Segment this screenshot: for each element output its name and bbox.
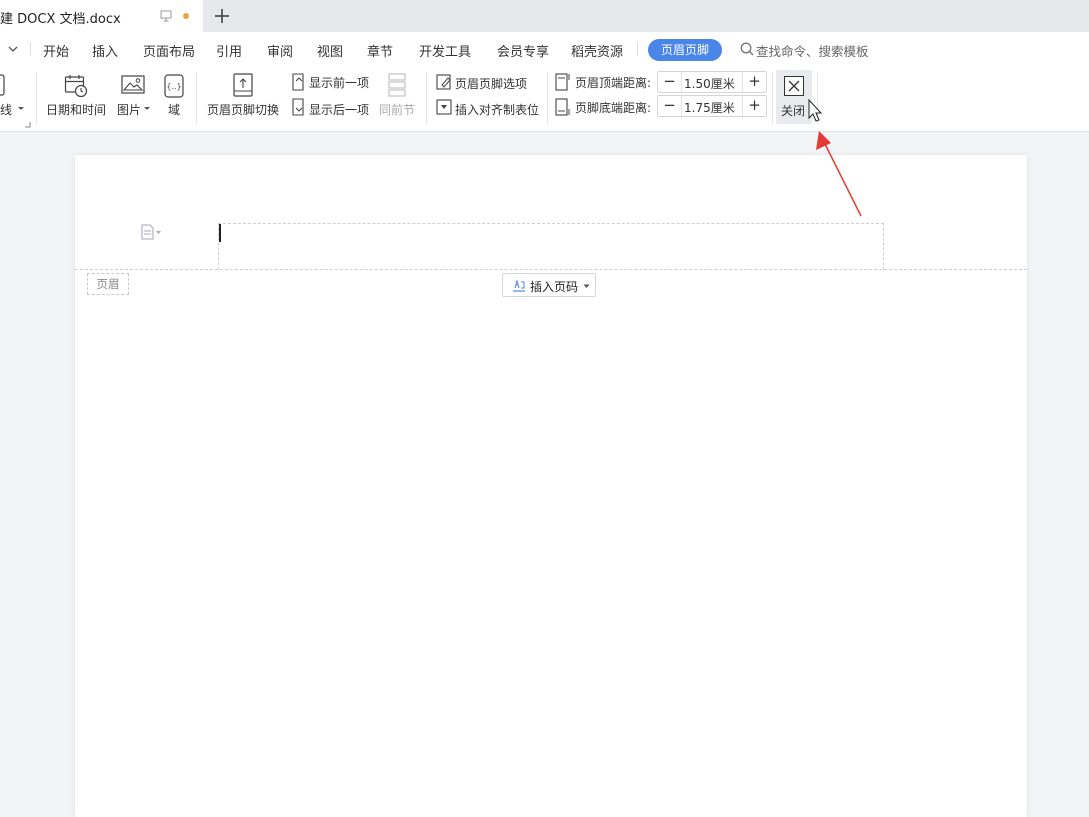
- show-previous-icon[interactable]: [290, 73, 306, 91]
- header-footer-switch-icon[interactable]: [233, 73, 253, 97]
- footer-bottom-distance-value[interactable]: 1.75厘米: [684, 99, 735, 116]
- menu-docer[interactable]: 稻壳资源: [571, 41, 623, 60]
- header-top-distance-value[interactable]: 1.50厘米: [684, 75, 735, 92]
- document-page[interactable]: 页眉 插入页码: [75, 155, 1027, 817]
- menu-bar: 开始 插入 页面布局 引用 审阅 视图 章节 开发工具 会员专享 稻壳资源 页眉…: [0, 32, 1089, 66]
- link-to-previous-icon[interactable]: [387, 73, 407, 97]
- menu-references[interactable]: 引用: [216, 41, 242, 60]
- picture-icon[interactable]: [121, 75, 145, 95]
- menu-developer[interactable]: 开发工具: [419, 41, 471, 60]
- footer-bottom-distance-label: 页脚底端距离:: [575, 101, 652, 115]
- text-cursor: [219, 224, 221, 242]
- menu-section[interactable]: 章节: [367, 41, 393, 60]
- search-icon[interactable]: [739, 41, 755, 57]
- caret-down-icon[interactable]: [143, 106, 151, 112]
- header-boundary-line: [75, 269, 1027, 270]
- ribbon-divider: [196, 72, 197, 124]
- chevron-down-icon[interactable]: [6, 42, 20, 56]
- show-next-icon[interactable]: [290, 98, 306, 116]
- header-footer-switch-button[interactable]: 页眉页脚切换: [207, 101, 279, 118]
- header-distance-icon: [555, 73, 570, 91]
- close-header-footer-button[interactable]: 关闭: [776, 70, 812, 124]
- menu-divider: [637, 42, 638, 56]
- footer-bottom-distance-stepper[interactable]: − 1.75厘米 +: [657, 95, 767, 117]
- document-options-icon[interactable]: [141, 224, 161, 240]
- header-footer-options-icon[interactable]: [436, 74, 452, 90]
- menu-view[interactable]: 视图: [317, 41, 343, 60]
- show-next-button[interactable]: 显示后一项: [309, 101, 369, 118]
- partial-tool-label[interactable]: 线: [0, 101, 12, 118]
- header-edit-area[interactable]: [218, 223, 884, 270]
- ribbon-divider: [772, 72, 773, 124]
- header-tag: 页眉: [87, 273, 129, 295]
- page-number-icon: [513, 279, 525, 292]
- document-tab[interactable]: 建 DOCX 文档.docx: [0, 0, 203, 32]
- menu-start[interactable]: 开始: [43, 41, 69, 60]
- close-label: 关闭: [781, 104, 806, 118]
- ribbon-divider: [36, 72, 37, 124]
- group-corner-icon[interactable]: [25, 122, 31, 128]
- ribbon-divider: [547, 72, 548, 124]
- partial-tool-icon[interactable]: [0, 74, 8, 96]
- insert-align-tab-icon[interactable]: [436, 99, 452, 115]
- menu-page-layout[interactable]: 页面布局: [143, 41, 195, 60]
- menu-member[interactable]: 会员专享: [497, 41, 549, 60]
- insert-align-tab-button[interactable]: 插入对齐制表位: [455, 101, 539, 118]
- unsaved-indicator: [183, 13, 189, 19]
- svg-text:{..}: {..}: [166, 82, 181, 91]
- menu-review[interactable]: 审阅: [267, 41, 293, 60]
- header-top-distance-label: 页眉顶端距离:: [575, 76, 652, 90]
- document-tab-title: 建 DOCX 文档.docx: [0, 12, 121, 27]
- ribbon-toolbar: 线 日期和时间 图片 {..} 域 页眉页脚切换 显示前一项 显示后一项 同前节…: [0, 66, 1089, 132]
- calendar-clock-icon[interactable]: [64, 74, 88, 98]
- monitor-icon[interactable]: [160, 10, 172, 22]
- caret-down-icon: [583, 284, 590, 288]
- decrease-button[interactable]: −: [658, 72, 682, 92]
- decrease-button[interactable]: −: [658, 96, 682, 116]
- footer-distance-icon: [555, 98, 570, 116]
- search-input[interactable]: 查找命令、搜索模板: [756, 41, 869, 60]
- date-time-button[interactable]: 日期和时间: [46, 101, 106, 118]
- header-top-distance-stepper[interactable]: − 1.50厘米 +: [657, 71, 767, 93]
- menu-divider: [30, 42, 31, 56]
- menu-insert[interactable]: 插入: [92, 41, 118, 60]
- caret-down-icon[interactable]: [17, 106, 25, 112]
- tab-bar: 建 DOCX 文档.docx: [0, 0, 1089, 32]
- show-previous-button[interactable]: 显示前一项: [309, 74, 369, 91]
- insert-page-number-label: 插入页码: [530, 280, 579, 294]
- same-as-previous-button[interactable]: 同前节: [379, 101, 415, 118]
- close-icon: [784, 76, 804, 96]
- field-button[interactable]: 域: [168, 101, 180, 118]
- new-tab-icon[interactable]: [212, 6, 232, 26]
- ribbon-divider: [426, 72, 427, 124]
- header-footer-options-button[interactable]: 页眉页脚选项: [455, 75, 527, 92]
- insert-page-number-button[interactable]: 插入页码: [502, 273, 596, 297]
- increase-button[interactable]: +: [742, 72, 766, 92]
- ribbon-divider: [817, 72, 818, 124]
- picture-button[interactable]: 图片: [117, 101, 141, 118]
- field-icon[interactable]: {..}: [164, 74, 184, 98]
- increase-button[interactable]: +: [742, 96, 766, 116]
- menu-header-footer[interactable]: 页眉页脚: [648, 39, 722, 61]
